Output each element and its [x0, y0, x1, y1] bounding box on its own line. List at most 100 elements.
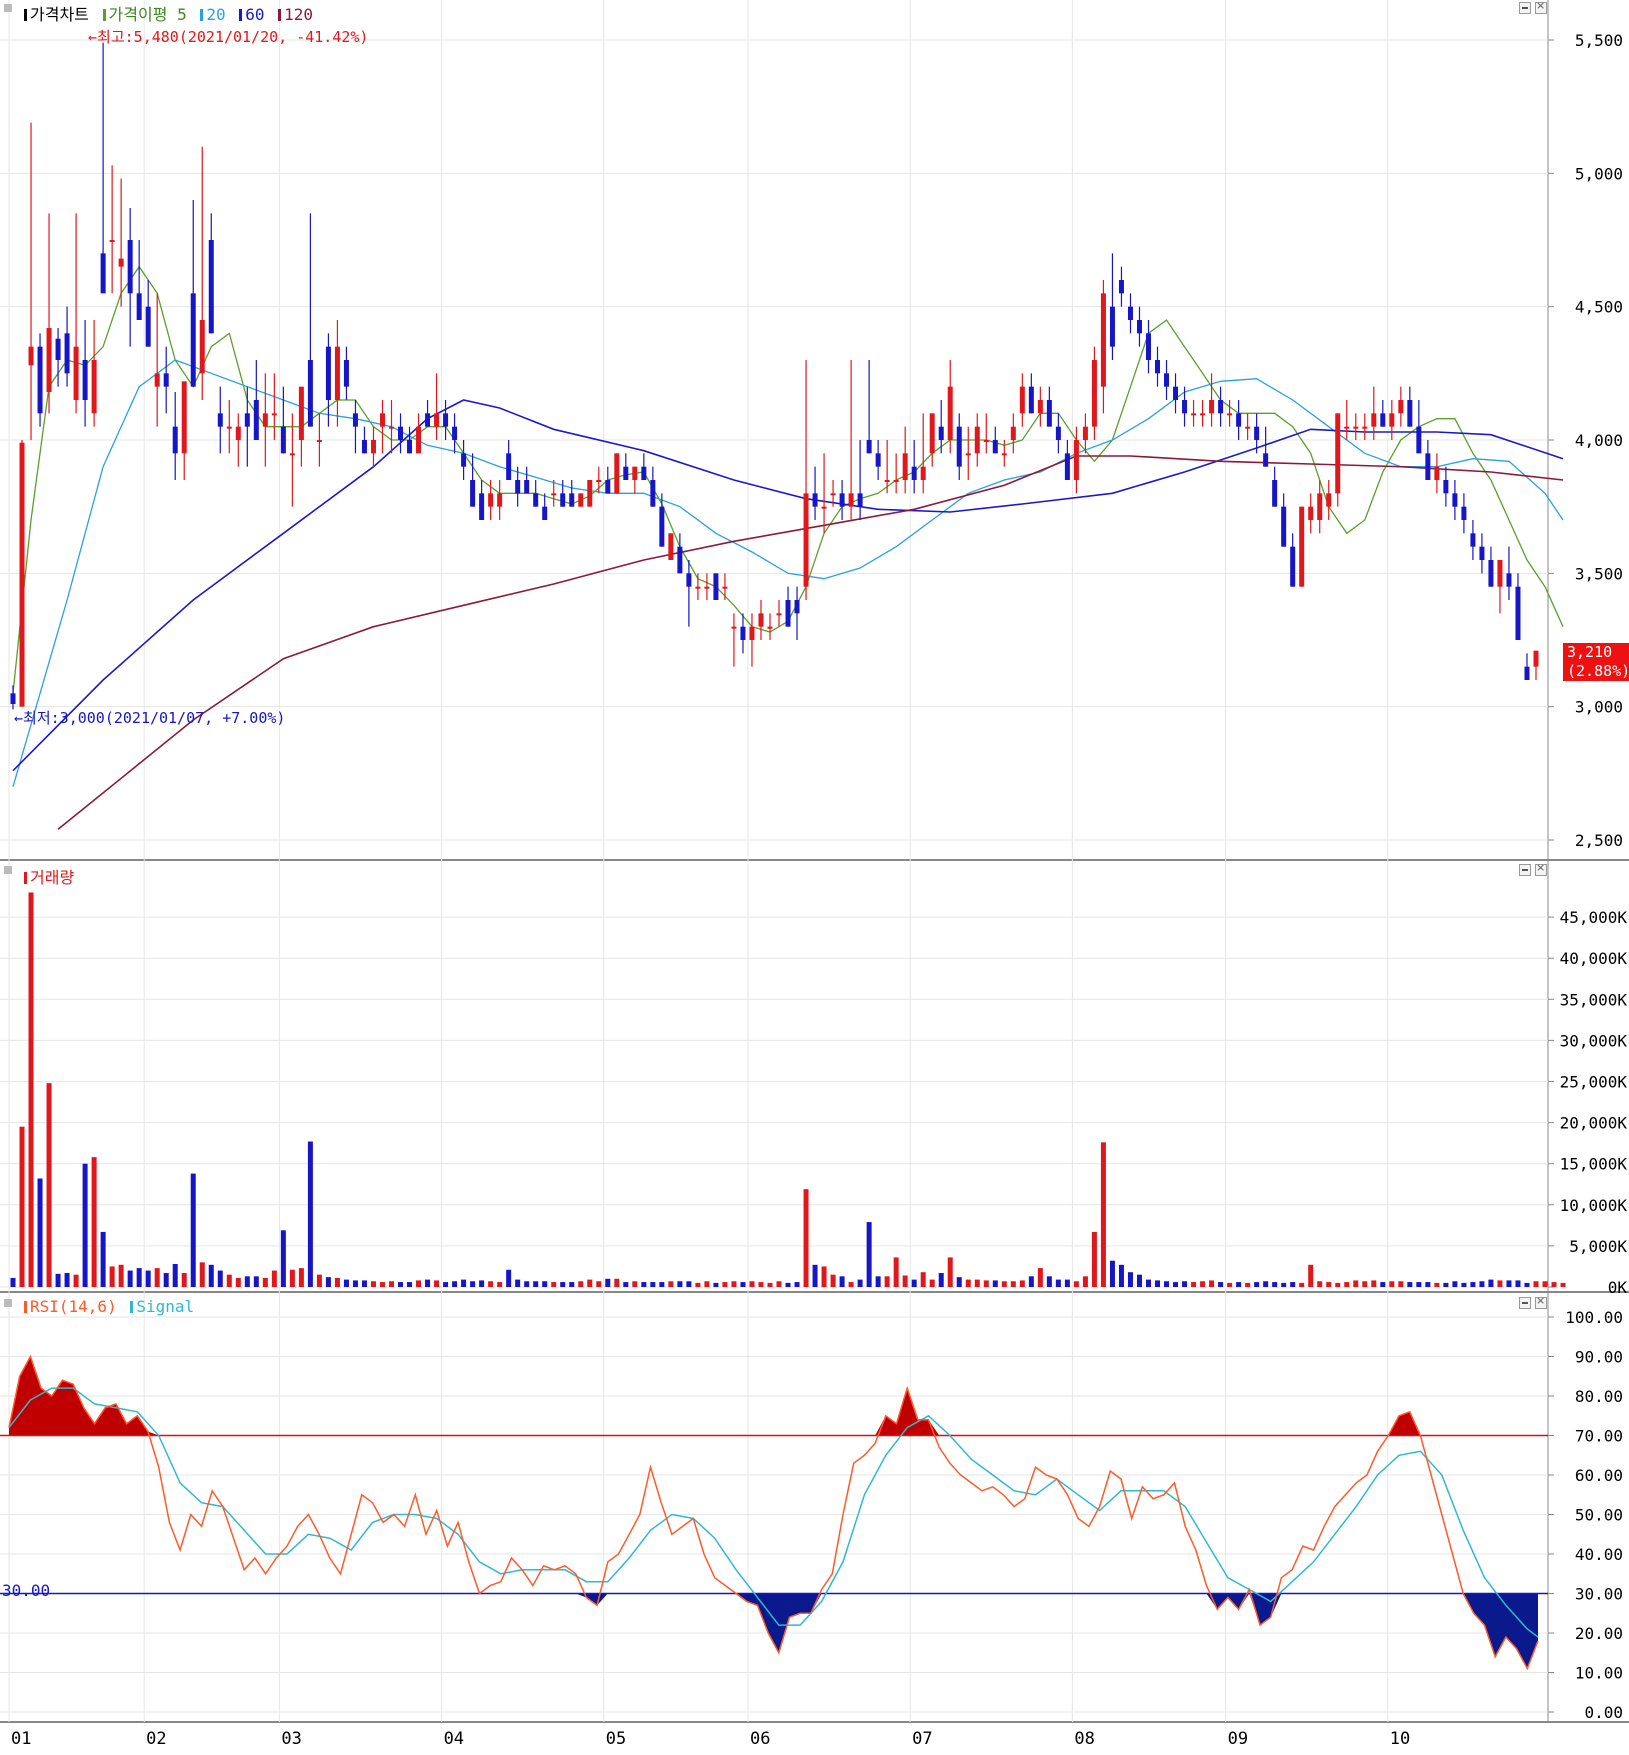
candle-body: [1452, 493, 1458, 507]
price-panel-minimize-button[interactable]: [1519, 2, 1531, 14]
candle-body: [298, 386, 304, 441]
x-tick-label: 02: [146, 1729, 166, 1749]
volume-bar: [1515, 1280, 1521, 1287]
rsi-tick-label: 50.00: [1575, 1506, 1623, 1525]
volume-tick-label: 35,000K: [1560, 990, 1628, 1009]
candle-body: [1479, 546, 1485, 561]
candle-body: [1398, 400, 1404, 414]
volume-bar: [974, 1279, 980, 1287]
rsi-level-label: 30.00: [2, 1581, 51, 1600]
volume-bar: [1326, 1282, 1332, 1287]
volume-bar: [64, 1273, 70, 1287]
candle-body: [145, 306, 151, 347]
volume-bar: [1479, 1281, 1485, 1287]
volume-bar: [1182, 1281, 1188, 1287]
current-price-tag: 3,210 (2.88%): [1563, 643, 1629, 681]
candle-body: [271, 413, 277, 416]
volume-bar: [1497, 1280, 1503, 1287]
candle-body: [1407, 400, 1413, 427]
candle-body: [190, 293, 196, 387]
volume-bar: [1425, 1282, 1431, 1287]
volume-bar: [1164, 1281, 1170, 1287]
volume-bar: [217, 1270, 223, 1287]
rsi-panel-minimize-button[interactable]: [1519, 1297, 1531, 1309]
volume-bar: [677, 1281, 683, 1287]
candle-body: [794, 600, 800, 614]
volume-bar: [199, 1262, 205, 1287]
volume-bar: [1218, 1282, 1224, 1287]
volume-bar: [929, 1279, 935, 1287]
volume-bar: [479, 1280, 485, 1287]
volume-bar: [37, 1178, 43, 1287]
volume-bar: [181, 1273, 187, 1287]
volume-bar: [1091, 1231, 1097, 1287]
volume-bar: [262, 1277, 268, 1287]
candle-body: [82, 360, 88, 401]
candle-body: [1443, 480, 1449, 494]
candle-body: [506, 453, 512, 481]
chart-canvas[interactable]: 01 02 03 04 05 06 07 08 09 10 5,500 5,000 4,500 4,000…: [0, 0, 1629, 1751]
candle-body: [1497, 560, 1503, 587]
volume-bar: [1353, 1280, 1359, 1287]
volume-bar: [334, 1277, 340, 1287]
candle-body: [731, 626, 737, 629]
volume-bar: [1191, 1282, 1197, 1287]
volume-panel-close-button[interactable]: [1535, 861, 1547, 876]
volume-bar: [938, 1273, 944, 1287]
volume-bar: [1046, 1276, 1052, 1287]
candle-body: [767, 626, 773, 629]
volume-bar: [379, 1282, 385, 1287]
candle-body: [560, 493, 566, 507]
volume-bar: [172, 1263, 178, 1287]
candle-body: [902, 453, 908, 481]
volume-bar: [812, 1264, 818, 1287]
volume-bar: [370, 1281, 376, 1287]
candle-body: [1182, 400, 1188, 414]
candle-body: [857, 493, 863, 507]
volume-bar: [587, 1279, 593, 1287]
volume-bar: [361, 1280, 367, 1287]
volume-tick-label: 0K: [1608, 1278, 1628, 1297]
volume-bar: [19, 1126, 25, 1287]
volume-panel-minimize-button[interactable]: [1519, 864, 1531, 876]
price-panel-handle[interactable]: [4, 4, 12, 12]
x-tick-label: 08: [1074, 1729, 1094, 1749]
candle-body: [425, 413, 431, 427]
candle-body: [758, 613, 764, 627]
candle-body: [100, 253, 106, 294]
candle-body: [1524, 666, 1530, 681]
price-panel-close-button[interactable]: [1535, 0, 1547, 14]
volume-bar: [1254, 1282, 1260, 1287]
candle-body: [361, 440, 367, 454]
candle-body: [352, 413, 358, 427]
candle-body: [1109, 306, 1115, 347]
candle-body: [289, 453, 295, 456]
x-tick-label: 07: [912, 1729, 932, 1749]
volume-bar: [1470, 1282, 1476, 1287]
candle-body: [172, 426, 178, 454]
candle-body: [911, 466, 917, 481]
rsi-panel-handle[interactable]: [4, 1299, 12, 1307]
volume-bar: [1001, 1281, 1007, 1287]
volume-bar: [1055, 1279, 1061, 1287]
volume-bar: [947, 1257, 953, 1287]
candle-body: [479, 493, 485, 521]
price-tick-label: 5,500: [1575, 31, 1623, 50]
candle-body: [19, 442, 25, 707]
volume-panel-handle[interactable]: [4, 866, 12, 874]
volume-bar: [1542, 1281, 1548, 1287]
rsi-panel-close-button[interactable]: [1535, 1294, 1547, 1309]
volume-bar: [461, 1279, 467, 1287]
candle-body: [208, 240, 214, 334]
volume-bar: [1461, 1282, 1467, 1287]
candle-body: [1470, 533, 1476, 547]
candle-body: [470, 480, 476, 507]
candle-body: [686, 573, 692, 587]
volume-tick-label: 20,000K: [1560, 1114, 1628, 1133]
volume-bar: [425, 1279, 431, 1287]
candle-body: [1010, 426, 1016, 441]
volume-bar: [416, 1280, 422, 1287]
candle-body: [785, 600, 791, 627]
price-chart-label: 가격차트: [30, 5, 89, 24]
candle-body: [1173, 386, 1179, 401]
